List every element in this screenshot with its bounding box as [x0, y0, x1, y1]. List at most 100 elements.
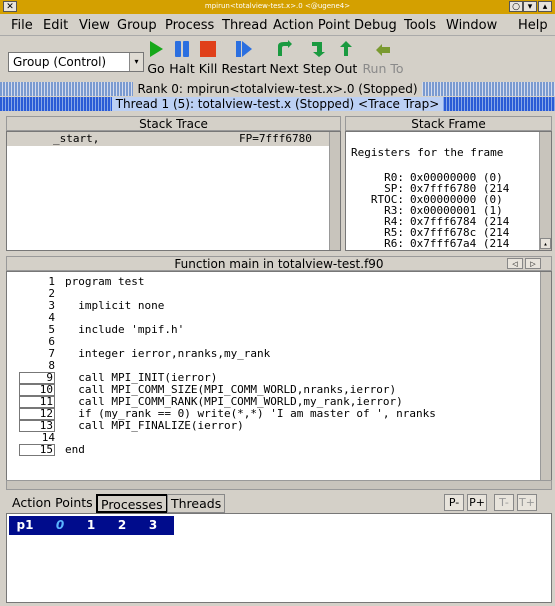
- line-text: end: [65, 443, 85, 456]
- tab-processes[interactable]: Processes: [96, 494, 168, 513]
- restart-button[interactable]: Restart: [221, 40, 267, 76]
- stack-frame-pane: Registers for the frame R0: 0x00000000 (0…: [345, 131, 552, 251]
- menu-debug[interactable]: Debug: [354, 18, 397, 33]
- halt-button[interactable]: Halt: [169, 40, 195, 76]
- menu-tools[interactable]: Tools: [404, 18, 436, 33]
- menu-group[interactable]: Group: [117, 18, 157, 33]
- line-text: if (my_rank == 0) write(*,*) 'I am maste…: [65, 407, 436, 420]
- line-text: implicit none: [65, 299, 165, 312]
- kill-label: Kill: [198, 61, 218, 76]
- out-icon: [340, 41, 352, 56]
- rank-cell[interactable]: 3: [140, 516, 166, 535]
- kill-button[interactable]: Kill: [197, 40, 219, 76]
- frame-function: _start,: [53, 132, 100, 145]
- stack-frame-scrollbar[interactable]: ▴: [539, 132, 551, 250]
- scroll-up-icon[interactable]: ▴: [540, 238, 551, 249]
- line-text: call MPI_COMM_RANK(MPI_COMM_WORLD,my_ran…: [65, 395, 403, 408]
- line-text: integer ierror,nranks,my_rank: [65, 347, 271, 360]
- menu-action-point[interactable]: Action Point: [273, 18, 350, 33]
- line-text: call MPI_COMM_SIZE(MPI_COMM_WORLD,nranks…: [65, 383, 397, 396]
- next-icon: [278, 40, 292, 56]
- out-label: Out: [334, 61, 358, 76]
- menu-file[interactable]: File: [11, 18, 33, 33]
- run-to-button[interactable]: Run To: [360, 40, 406, 76]
- source-line[interactable]: 6: [19, 336, 55, 347]
- step-label: Step: [302, 61, 332, 76]
- line-number[interactable]: 3: [19, 300, 55, 311]
- tab-action-points[interactable]: Action Points: [9, 494, 96, 513]
- stack-trace-pane: _start, FP=7fff6780: [6, 131, 341, 251]
- line-number[interactable]: 7: [19, 348, 55, 359]
- line-text: include 'mpif.h': [65, 323, 185, 336]
- process-label: p1: [16, 518, 34, 532]
- next-button[interactable]: Next: [269, 40, 299, 76]
- line-number[interactable]: 8: [19, 360, 55, 371]
- rank-cell[interactable]: 0: [47, 516, 73, 535]
- stack-trace-header: Stack Trace: [6, 116, 341, 131]
- source-back-icon[interactable]: ◁: [507, 258, 523, 269]
- go-button[interactable]: Go: [146, 40, 166, 76]
- restart-label: Restart: [221, 61, 267, 76]
- line-text: call MPI_FINALIZE(ierror): [65, 419, 244, 432]
- source-line[interactable]: 9 call MPI_INIT(ierror): [19, 372, 217, 384]
- menu-help[interactable]: Help: [518, 18, 548, 33]
- group-select[interactable]: Group (Control) ▾: [8, 52, 144, 72]
- source-hscroll[interactable]: [6, 480, 552, 490]
- out-button[interactable]: Out: [334, 40, 358, 76]
- maximize-window-icon[interactable]: ▾: [523, 1, 537, 12]
- step-icon: [312, 42, 325, 57]
- rank-status-bar: Rank 0: mpirun<totalview-test.x>.0 (Stop…: [0, 82, 555, 96]
- thread-minus-button[interactable]: T-: [494, 494, 514, 511]
- line-text: program test: [65, 275, 145, 288]
- process-plus-button[interactable]: P+: [467, 494, 487, 511]
- menu-window[interactable]: Window: [446, 18, 497, 33]
- line-number[interactable]: 5: [19, 324, 55, 335]
- rank-cell[interactable]: 2: [109, 516, 135, 535]
- source-line[interactable]: 7 integer ierror,nranks,my_rank: [19, 348, 270, 359]
- shade-window-icon[interactable]: ▴: [538, 1, 552, 12]
- line-number[interactable]: 6: [19, 336, 55, 347]
- source-line[interactable]: 4: [19, 312, 55, 323]
- line-number[interactable]: 15: [19, 444, 55, 456]
- line-number[interactable]: 14: [19, 432, 55, 443]
- source-line[interactable]: 8: [19, 360, 55, 371]
- source-line[interactable]: 12 if (my_rank == 0) write(*,*) 'I am ma…: [19, 408, 436, 420]
- chevron-down-icon[interactable]: ▾: [129, 53, 143, 71]
- halt-label: Halt: [169, 61, 195, 76]
- line-number[interactable]: 4: [19, 312, 55, 323]
- tab-threads[interactable]: Threads: [167, 494, 226, 513]
- step-button[interactable]: Step: [302, 40, 332, 76]
- line-number[interactable]: 2: [19, 288, 55, 299]
- menu-edit[interactable]: Edit: [43, 18, 68, 33]
- process-minus-button[interactable]: P-: [444, 494, 464, 511]
- source-line[interactable]: 5 include 'mpif.h': [19, 324, 184, 335]
- rank-cell[interactable]: 1: [78, 516, 104, 535]
- source-line[interactable]: 2: [19, 288, 55, 299]
- stack-trace-scrollbar[interactable]: [329, 132, 340, 250]
- frame-pointer: FP=7fff6780: [239, 132, 312, 145]
- stack-frame-row[interactable]: _start, FP=7fff6780: [7, 132, 329, 146]
- menu-thread[interactable]: Thread: [222, 18, 267, 33]
- thread-plus-button[interactable]: T+: [517, 494, 537, 511]
- source-line[interactable]: 11 call MPI_COMM_RANK(MPI_COMM_WORLD,my_…: [19, 396, 403, 408]
- source-line[interactable]: 14: [19, 432, 55, 443]
- source-title: Function main in totalview-test.f90: [174, 257, 384, 271]
- source-line[interactable]: 10 call MPI_COMM_SIZE(MPI_COMM_WORLD,nra…: [19, 384, 396, 396]
- line-number[interactable]: 1: [19, 276, 55, 287]
- process-grid-pane: p1 0123: [6, 513, 552, 603]
- menu-process[interactable]: Process: [165, 18, 214, 33]
- source-line[interactable]: 15 end: [19, 444, 85, 456]
- stack-frame-header: Stack Frame: [345, 116, 552, 131]
- source-line[interactable]: 13 call MPI_FINALIZE(ierror): [19, 420, 244, 432]
- menu-view[interactable]: View: [79, 18, 110, 33]
- source-forward-icon[interactable]: ▷: [525, 258, 541, 269]
- go-label: Go: [147, 61, 165, 76]
- minimize-window-icon[interactable]: ○: [509, 1, 523, 12]
- source-line[interactable]: 3 implicit none: [19, 300, 164, 311]
- source-vscroll[interactable]: [540, 272, 551, 480]
- source-line[interactable]: 1 program test: [19, 276, 144, 287]
- thread-status-text: Thread 1 (5): totalview-test.x (Stopped)…: [111, 97, 444, 111]
- register-name: R6:: [384, 237, 404, 250]
- process-row: p1 0123: [9, 516, 174, 535]
- source-pane: 1 program test 2 3 implicit none 4 5 include …: [6, 271, 552, 481]
